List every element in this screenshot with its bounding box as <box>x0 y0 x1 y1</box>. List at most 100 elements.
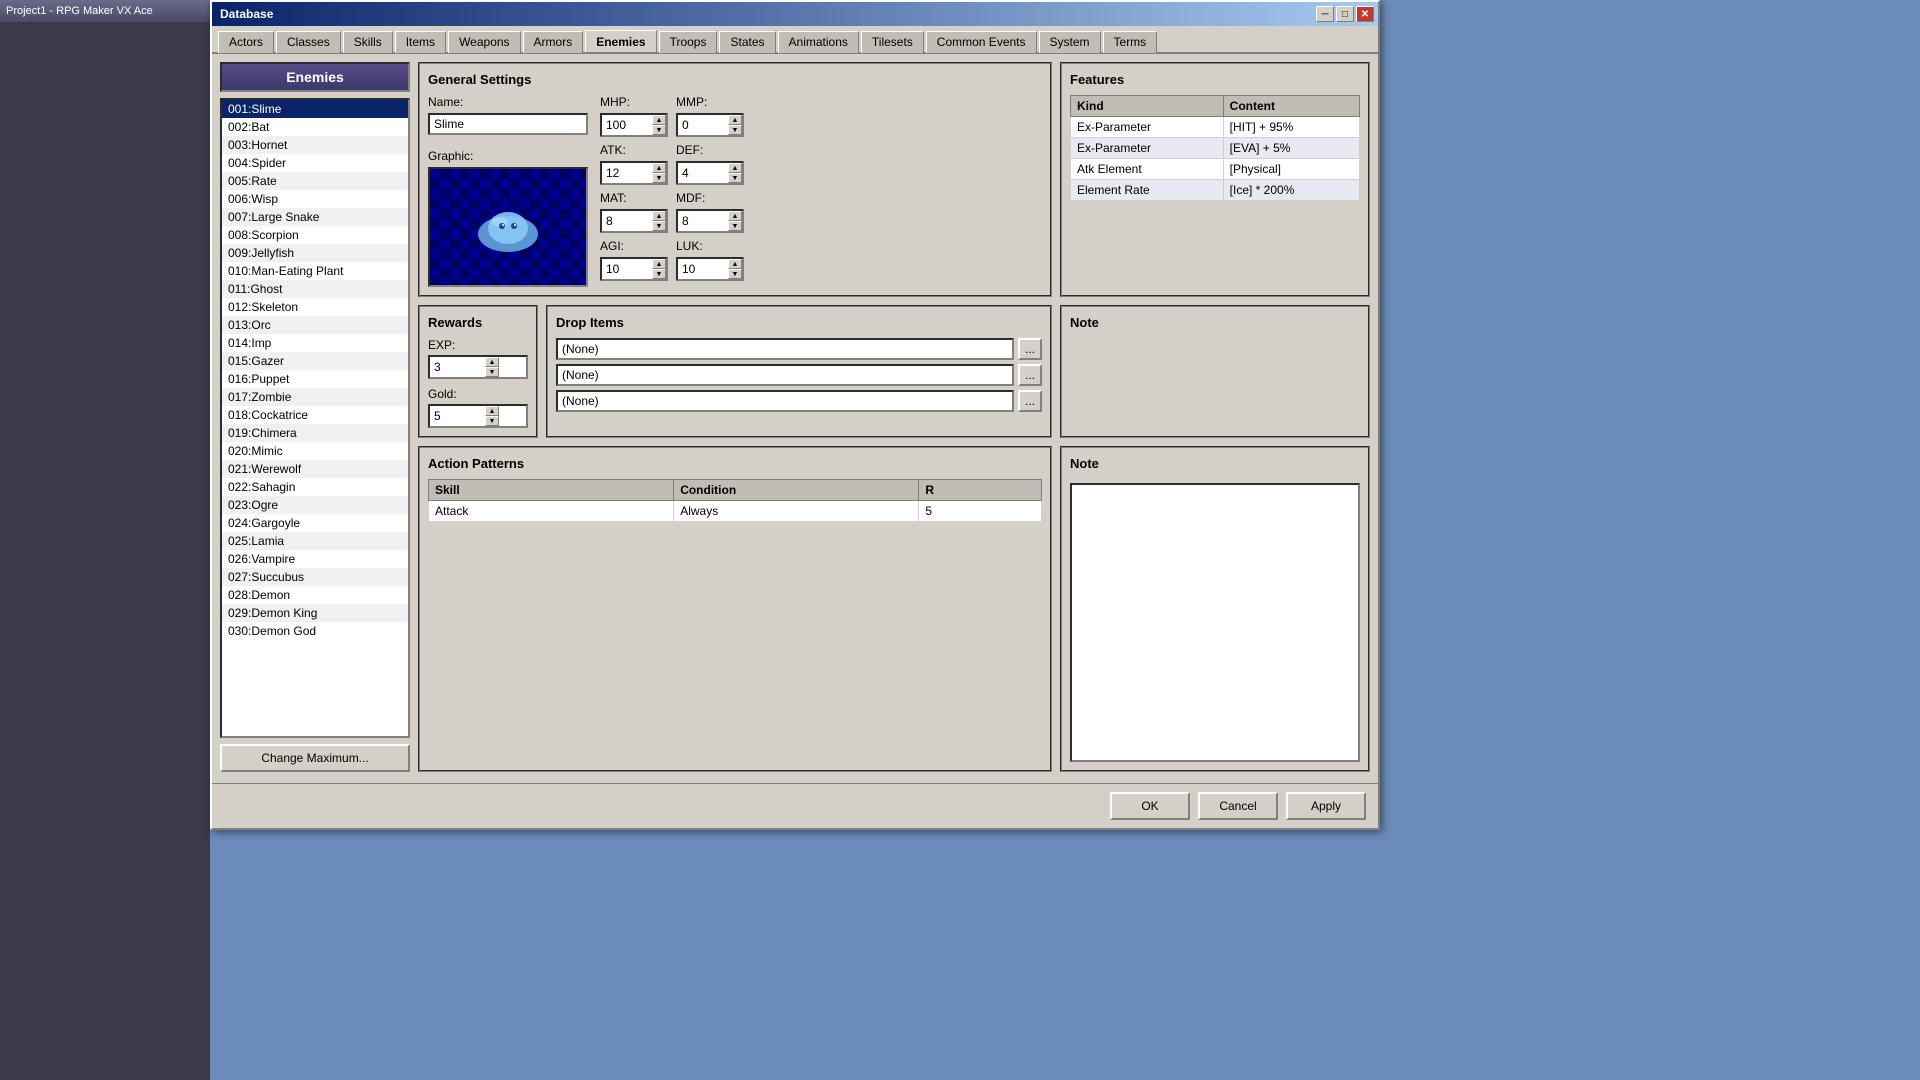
list-item[interactable]: 029:Demon King <box>222 604 408 622</box>
list-item[interactable]: 028:Demon <box>222 586 408 604</box>
exp-up[interactable]: ▲ <box>485 357 499 367</box>
gold-label: Gold: <box>428 387 457 401</box>
list-item[interactable]: 021:Werewolf <box>222 460 408 478</box>
list-item[interactable]: 005:Rate <box>222 172 408 190</box>
maximize-button[interactable]: □ <box>1336 6 1354 22</box>
list-item[interactable]: 007:Large Snake <box>222 208 408 226</box>
drop-item-dots-button[interactable]: ... <box>1018 390 1042 412</box>
mdf-input[interactable] <box>678 211 728 231</box>
gold-down[interactable]: ▼ <box>485 416 499 426</box>
list-item[interactable]: 016:Puppet <box>222 370 408 388</box>
list-item[interactable]: 024:Gargoyle <box>222 514 408 532</box>
exp-input[interactable] <box>430 357 485 377</box>
enemies-list[interactable]: 001:Slime002:Bat003:Hornet004:Spider005:… <box>220 98 410 738</box>
tab-weapons[interactable]: Weapons <box>448 31 520 53</box>
mhp-input[interactable] <box>602 115 652 135</box>
list-item[interactable]: 027:Succubus <box>222 568 408 586</box>
list-item[interactable]: 023:Ogre <box>222 496 408 514</box>
features-row[interactable]: Ex-Parameter[EVA] + 5% <box>1071 138 1360 159</box>
list-item[interactable]: 011:Ghost <box>222 280 408 298</box>
ok-button[interactable]: OK <box>1110 792 1190 820</box>
mdf-up[interactable]: ▲ <box>728 211 742 221</box>
close-button[interactable]: ✕ <box>1356 6 1374 22</box>
action-row[interactable]: AttackAlways5 <box>429 501 1042 522</box>
features-row[interactable]: Atk Element[Physical] <box>1071 159 1360 180</box>
features-row[interactable]: Ex-Parameter[HIT] + 95% <box>1071 117 1360 138</box>
list-item[interactable]: 022:Sahagin <box>222 478 408 496</box>
note-textarea[interactable] <box>1070 483 1360 762</box>
atk-up[interactable]: ▲ <box>652 163 666 173</box>
tab-states[interactable]: States <box>719 31 775 53</box>
gold-up[interactable]: ▲ <box>485 406 499 416</box>
list-item[interactable]: 002:Bat <box>222 118 408 136</box>
atk-input[interactable] <box>602 163 652 183</box>
tab-items[interactable]: Items <box>395 31 446 53</box>
list-item[interactable]: 004:Spider <box>222 154 408 172</box>
tab-common-events[interactable]: Common Events <box>926 31 1037 53</box>
minimize-button[interactable]: ─ <box>1316 6 1334 22</box>
change-maximum-button[interactable]: Change Maximum... <box>220 744 410 772</box>
list-item[interactable]: 014:Imp <box>222 334 408 352</box>
luk-down[interactable]: ▼ <box>728 269 742 279</box>
list-item[interactable]: 026:Vampire <box>222 550 408 568</box>
list-item[interactable]: 012:Skeleton <box>222 298 408 316</box>
drop-item-select[interactable]: (None) <box>556 364 1014 386</box>
list-item[interactable]: 030:Demon God <box>222 622 408 640</box>
drop-item-select[interactable]: (None) <box>556 338 1014 360</box>
luk-input[interactable] <box>678 259 728 279</box>
tab-system[interactable]: System <box>1039 31 1101 53</box>
mat-down[interactable]: ▼ <box>652 221 666 231</box>
drop-item-select[interactable]: (None) <box>556 390 1014 412</box>
tab-terms[interactable]: Terms <box>1103 31 1158 53</box>
tab-enemies[interactable]: Enemies <box>585 30 656 52</box>
mdf-down[interactable]: ▼ <box>728 221 742 231</box>
list-item[interactable]: 008:Scorpion <box>222 226 408 244</box>
atk-down[interactable]: ▼ <box>652 173 666 183</box>
list-item[interactable]: 003:Hornet <box>222 136 408 154</box>
list-item[interactable]: 009:Jellyfish <box>222 244 408 262</box>
features-row[interactable]: Element Rate[Ice] * 200% <box>1071 180 1360 201</box>
tab-skills[interactable]: Skills <box>343 31 393 53</box>
list-item[interactable]: 001:Slime <box>222 100 408 118</box>
mmp-down[interactable]: ▼ <box>728 125 742 135</box>
apply-button[interactable]: Apply <box>1286 792 1366 820</box>
list-item[interactable]: 010:Man-Eating Plant <box>222 262 408 280</box>
mhp-up[interactable]: ▲ <box>652 115 666 125</box>
tab-actors[interactable]: Actors <box>218 31 274 53</box>
list-item[interactable]: 019:Chimera <box>222 424 408 442</box>
mat-spin: ▲ ▼ <box>652 211 666 231</box>
mmp-up[interactable]: ▲ <box>728 115 742 125</box>
tab-troops[interactable]: Troops <box>659 31 718 53</box>
tab-animations[interactable]: Animations <box>778 31 859 53</box>
agi-input[interactable] <box>602 259 652 279</box>
list-item[interactable]: 018:Cockatrice <box>222 406 408 424</box>
exp-down[interactable]: ▼ <box>485 367 499 377</box>
def-down[interactable]: ▼ <box>728 173 742 183</box>
cancel-button[interactable]: Cancel <box>1198 792 1278 820</box>
tab-armors[interactable]: Armors <box>523 31 584 53</box>
luk-up[interactable]: ▲ <box>728 259 742 269</box>
gold-input[interactable] <box>430 406 485 426</box>
list-item[interactable]: 013:Orc <box>222 316 408 334</box>
list-item[interactable]: 025:Lamia <box>222 532 408 550</box>
def-up[interactable]: ▲ <box>728 163 742 173</box>
list-item[interactable]: 006:Wisp <box>222 190 408 208</box>
drop-item-dots-button[interactable]: ... <box>1018 364 1042 386</box>
name-input[interactable] <box>428 113 588 135</box>
mat-up[interactable]: ▲ <box>652 211 666 221</box>
def-input[interactable] <box>678 163 728 183</box>
agi-down[interactable]: ▼ <box>652 269 666 279</box>
tab-tilesets[interactable]: Tilesets <box>861 31 924 53</box>
agi-up[interactable]: ▲ <box>652 259 666 269</box>
mhp-down[interactable]: ▼ <box>652 125 666 135</box>
list-item[interactable]: 020:Mimic <box>222 442 408 460</box>
drop-item-dots-button[interactable]: ... <box>1018 338 1042 360</box>
enemies-header: Enemies <box>220 62 410 92</box>
exp-label: EXP: <box>428 338 455 352</box>
list-item[interactable]: 015:Gazer <box>222 352 408 370</box>
graphic-preview[interactable] <box>428 167 588 287</box>
mmp-input[interactable] <box>678 115 728 135</box>
mat-input[interactable] <box>602 211 652 231</box>
list-item[interactable]: 017:Zombie <box>222 388 408 406</box>
tab-classes[interactable]: Classes <box>276 31 341 53</box>
